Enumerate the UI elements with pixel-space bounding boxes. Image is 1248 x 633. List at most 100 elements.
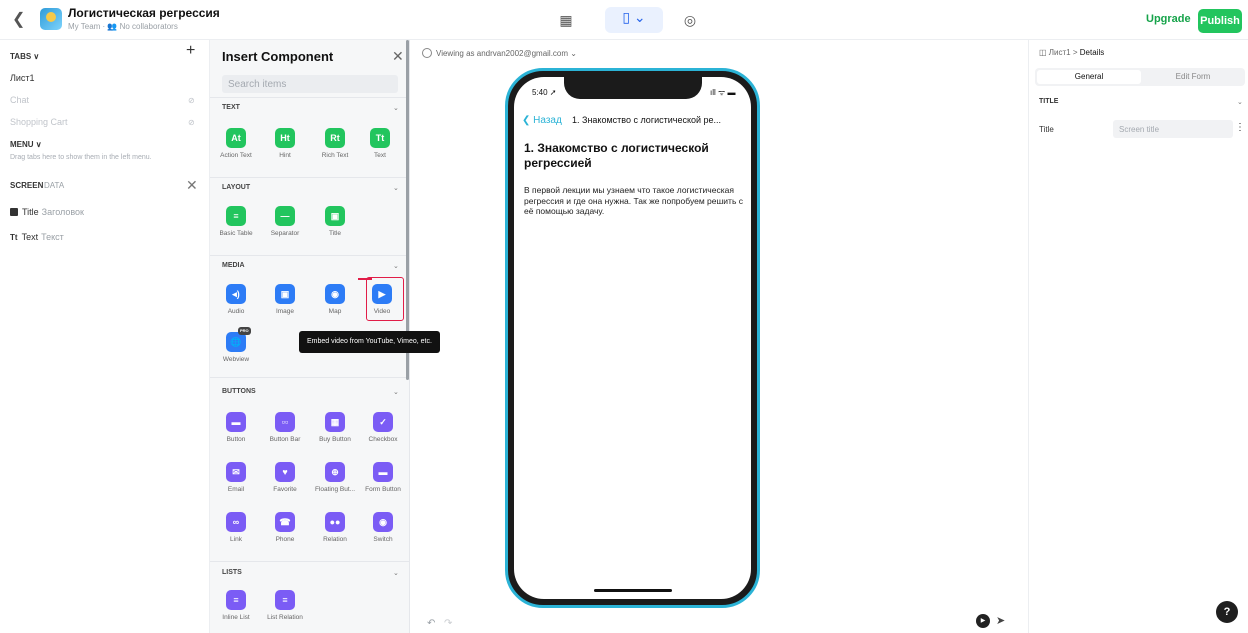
cursor-icon[interactable]: ➤ xyxy=(996,614,1005,627)
screen-title-input[interactable] xyxy=(1113,120,1233,138)
settings-icon[interactable]: ◎ xyxy=(680,10,700,30)
breadcrumb: ◫ Лист1 > Details xyxy=(1039,48,1105,57)
section-layout: LAYOUT ⌄ ≡ Basic Table — Separator ▣ Tit… xyxy=(210,177,409,255)
add-tab-icon[interactable]: + xyxy=(186,42,195,60)
phone-screen: 5:40 ➚ ıll ᯤ ▬ ❮ Назад 1. Знакомство с л… xyxy=(514,77,751,599)
play-icon[interactable]: ▶ xyxy=(976,614,990,628)
chevron-down-icon[interactable]: ⌄ xyxy=(1237,98,1243,106)
section-lists: LISTS ⌄ ≡ Inline List ≡ List Relation xyxy=(210,561,409,633)
title-icon: ▣ xyxy=(325,206,345,226)
chevron-down-icon[interactable]: ⌄ xyxy=(393,184,399,192)
help-button[interactable]: ? xyxy=(1216,601,1238,623)
component-title[interactable]: ▣ Title xyxy=(313,206,357,237)
search-input[interactable] xyxy=(222,75,398,93)
undo-icon[interactable]: ↶ xyxy=(427,618,435,629)
tab-data[interactable]: DATA xyxy=(44,181,64,190)
component-favorite[interactable]: ♥ Favorite xyxy=(263,462,307,493)
rich-text-icon: Rt xyxy=(325,128,345,148)
component-separator[interactable]: — Separator xyxy=(263,206,307,237)
back-button[interactable]: ❮ Назад xyxy=(522,115,562,126)
section-buttons: BUTTONS ⌄ ▬ Button ▫▫ Button Bar ▦ Buy B… xyxy=(210,377,409,561)
details-tabs: General Edit Form xyxy=(1035,68,1245,86)
annotation-highlight xyxy=(366,277,404,321)
screen-heading[interactable]: 1. Знакомство с логистической регрессией xyxy=(524,141,744,171)
tab-screen[interactable]: SCREEN xyxy=(10,181,43,190)
hidden-eye-icon[interactable]: ⊘ xyxy=(188,118,195,127)
image-icon: ▣ xyxy=(275,284,295,304)
tab-item-shopping-cart[interactable]: Shopping Cart xyxy=(10,117,68,127)
component-hint[interactable]: Ht Hint xyxy=(263,128,307,159)
pro-badge: PRO xyxy=(238,327,251,335)
component-switch[interactable]: ◉ Switch xyxy=(361,512,405,543)
section-label: MEDIA xyxy=(222,262,245,269)
globe-icon: 🌐 PRO xyxy=(226,327,251,352)
close-icon[interactable]: ✕ xyxy=(186,177,198,194)
component-action-text[interactable]: At Action Text xyxy=(214,128,258,159)
app-icon xyxy=(40,8,62,30)
component-audio[interactable]: ◂) Audio xyxy=(214,284,258,315)
component-list-relation[interactable]: ≡ List Relation xyxy=(263,590,307,621)
component-email[interactable]: ✉ Email xyxy=(214,462,258,493)
menu-heading[interactable]: MENU ∨ xyxy=(10,140,42,149)
screen-body-text[interactable]: В первой лекции мы узнаем что такое логи… xyxy=(524,185,744,217)
section-label: TEXT xyxy=(222,104,240,111)
close-icon[interactable]: ✕ xyxy=(392,48,404,65)
right-panel: ◫ Лист1 > Details General Edit Form TITL… xyxy=(1028,40,1248,633)
viewing-as-selector[interactable]: Viewing as andrvan2002@gmail.com ⌄ xyxy=(422,48,577,58)
upgrade-button[interactable]: Upgrade xyxy=(1146,13,1191,25)
tablet-view-icon[interactable]: ▦ xyxy=(556,10,576,30)
chevron-down-icon[interactable]: ⌄ xyxy=(393,104,399,112)
hidden-eye-icon[interactable]: ⊘ xyxy=(188,96,195,105)
component-map[interactable]: ◉ Map xyxy=(313,284,357,315)
component-relation[interactable]: ●● Relation xyxy=(313,512,357,543)
component-buy-button[interactable]: ▦ Buy Button xyxy=(313,412,357,443)
chevron-down-icon[interactable]: ⌄ xyxy=(393,262,399,270)
component-checkbox[interactable]: ✓ Checkbox xyxy=(361,412,405,443)
hint-icon: Ht xyxy=(275,128,295,148)
tab-item-list1[interactable]: Лист1 xyxy=(10,73,35,83)
plus-circle-icon: ⊕ xyxy=(325,462,345,482)
component-basic-table[interactable]: ≡ Basic Table xyxy=(214,206,258,237)
screen-item-text[interactable]: Tt Text Текст xyxy=(10,232,64,242)
tabs-heading[interactable]: TABS ∨ xyxy=(10,52,39,61)
section-text: TEXT ⌄ At Action Text Ht Hint Rt Rich Te… xyxy=(210,97,409,177)
toggle-icon: ◉ xyxy=(373,512,393,532)
redo-icon[interactable]: ↷ xyxy=(444,618,452,629)
component-inline-list[interactable]: ≡ Inline List xyxy=(214,590,258,621)
component-image[interactable]: ▣ Image xyxy=(263,284,307,315)
component-phone[interactable]: ☎ Phone xyxy=(263,512,307,543)
section-label: LAYOUT xyxy=(222,184,251,191)
tab-general[interactable]: General xyxy=(1037,70,1141,84)
form-button-icon: ▬ xyxy=(373,462,393,482)
tab-item-chat[interactable]: Chat xyxy=(10,95,29,105)
component-rich-text[interactable]: Rt Rich Text xyxy=(313,128,357,159)
phone-preview: 5:40 ➚ ıll ᯤ ▬ ❮ Назад 1. Знакомство с л… xyxy=(505,68,760,608)
left-panel: TABS ∨ + Лист1 Chat ⊘ Shopping Cart ⊘ ME… xyxy=(0,40,210,633)
chevron-down-icon[interactable]: ⌄ xyxy=(393,388,399,396)
nav-title: 1. Знакомство с логистической ре... xyxy=(572,115,722,125)
list-relation-icon: ≡ xyxy=(275,590,295,610)
back-chevron-icon[interactable]: ❮ xyxy=(12,10,28,30)
component-link[interactable]: ∞ Link xyxy=(214,512,258,543)
phone-view-toggle[interactable]: ▯ ⌄ xyxy=(605,7,663,33)
chevron-down-icon[interactable]: ⌄ xyxy=(393,569,399,577)
component-form-button[interactable]: ▬ Form Button xyxy=(361,462,405,493)
menu-hint: Drag tabs here to show them in the left … xyxy=(10,154,152,161)
component-text[interactable]: Tt Text xyxy=(358,128,402,159)
button-icon: ▬ xyxy=(226,412,246,432)
screen-item-title[interactable]: Title Заголовок xyxy=(10,207,84,217)
relation-icon: ●● xyxy=(325,512,345,532)
component-button[interactable]: ▬ Button xyxy=(214,412,258,443)
component-floating-button[interactable]: ⊕ Floating But... xyxy=(313,462,357,493)
text-component-icon: Tt xyxy=(10,233,18,242)
component-button-bar[interactable]: ▫▫ Button Bar xyxy=(263,412,307,443)
tab-edit-form[interactable]: Edit Form xyxy=(1141,70,1245,84)
breadcrumb-root[interactable]: Лист1 xyxy=(1049,48,1071,57)
panel-scrollbar[interactable] xyxy=(406,40,409,380)
publish-button[interactable]: Publish xyxy=(1198,9,1242,33)
cart-icon: ▦ xyxy=(325,412,345,432)
action-text-icon: At xyxy=(226,128,246,148)
title-section-label[interactable]: TITLE xyxy=(1039,98,1058,105)
component-webview[interactable]: 🌐 PRO Webview xyxy=(214,327,258,363)
more-options-icon[interactable]: ⋮ xyxy=(1235,122,1245,133)
